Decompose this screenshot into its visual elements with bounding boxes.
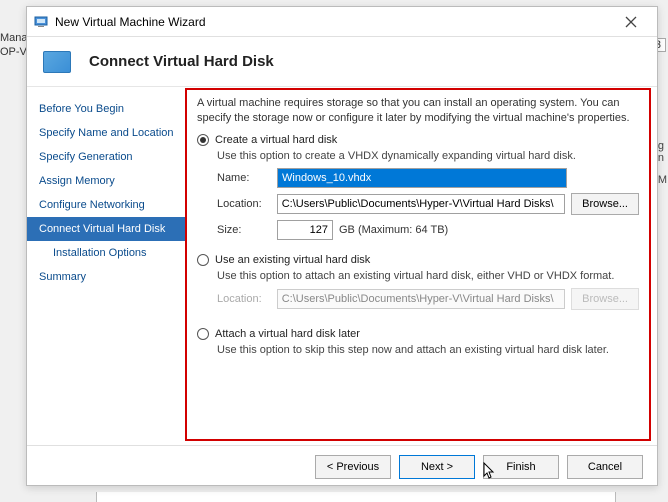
location-input[interactable] [277, 194, 565, 214]
step-summary[interactable]: Summary [27, 265, 185, 289]
titlebar: New Virtual Machine Wizard [27, 7, 657, 37]
location-label-disabled: Location: [217, 293, 271, 305]
option-existing-desc: Use this option to attach an existing vi… [217, 270, 639, 282]
close-button[interactable] [611, 10, 651, 34]
radio-later[interactable] [197, 328, 209, 340]
option-later-desc: Use this option to skip this step now an… [217, 344, 639, 356]
previous-button[interactable]: < Previous [315, 455, 391, 479]
browse-button[interactable]: Browse... [571, 193, 639, 215]
option-create: Create a virtual hard disk Use this opti… [197, 134, 639, 240]
option-later-label: Attach a virtual hard disk later [215, 328, 360, 340]
option-create-desc: Use this option to create a VHDX dynamic… [217, 150, 639, 162]
name-label: Name: [217, 172, 271, 184]
radio-existing[interactable] [197, 254, 209, 266]
option-existing-label: Use an existing virtual hard disk [215, 254, 370, 266]
name-input[interactable] [277, 168, 567, 188]
step-configure-networking[interactable]: Configure Networking [27, 193, 185, 217]
window-title: New Virtual Machine Wizard [55, 15, 611, 29]
size-input[interactable] [277, 220, 333, 240]
next-button[interactable]: Next > [399, 455, 475, 479]
size-label: Size: [217, 224, 271, 236]
wizard-dialog: New Virtual Machine Wizard Connect Virtu… [26, 6, 658, 486]
wizard-sidebar: Before You Begin Specify Name and Locati… [27, 87, 185, 445]
step-assign-memory[interactable]: Assign Memory [27, 169, 185, 193]
app-icon [33, 14, 49, 30]
size-unit: GB (Maximum: 64 TB) [339, 224, 448, 236]
option-existing: Use an existing virtual hard disk Use th… [197, 254, 639, 310]
radio-create[interactable] [197, 134, 209, 146]
browse-button-disabled: Browse... [571, 288, 639, 310]
close-icon [625, 16, 637, 28]
intro-text: A virtual machine requires storage so th… [197, 96, 639, 126]
wizard-content: A virtual machine requires storage so th… [185, 87, 657, 445]
wizard-header: Connect Virtual Hard Disk [27, 37, 657, 87]
cancel-button[interactable]: Cancel [567, 455, 643, 479]
highlight-box: A virtual machine requires storage so th… [185, 88, 651, 441]
step-installation-options[interactable]: Installation Options [27, 241, 185, 265]
step-specify-name[interactable]: Specify Name and Location [27, 121, 185, 145]
location-input-disabled [277, 289, 565, 309]
step-specify-generation[interactable]: Specify Generation [27, 145, 185, 169]
step-connect-vhd[interactable]: Connect Virtual Hard Disk [27, 217, 185, 241]
header-icon [43, 51, 71, 73]
option-create-label: Create a virtual hard disk [215, 134, 337, 146]
background-text: g n M [658, 140, 667, 186]
option-later: Attach a virtual hard disk later Use thi… [197, 328, 639, 356]
background-text: OP-V [0, 46, 27, 58]
step-before-you-begin[interactable]: Before You Begin [27, 97, 185, 121]
wizard-footer: < Previous Next > Finish Cancel [27, 445, 657, 487]
page-title: Connect Virtual Hard Disk [89, 53, 274, 70]
location-label: Location: [217, 198, 271, 210]
finish-button[interactable]: Finish [483, 455, 559, 479]
